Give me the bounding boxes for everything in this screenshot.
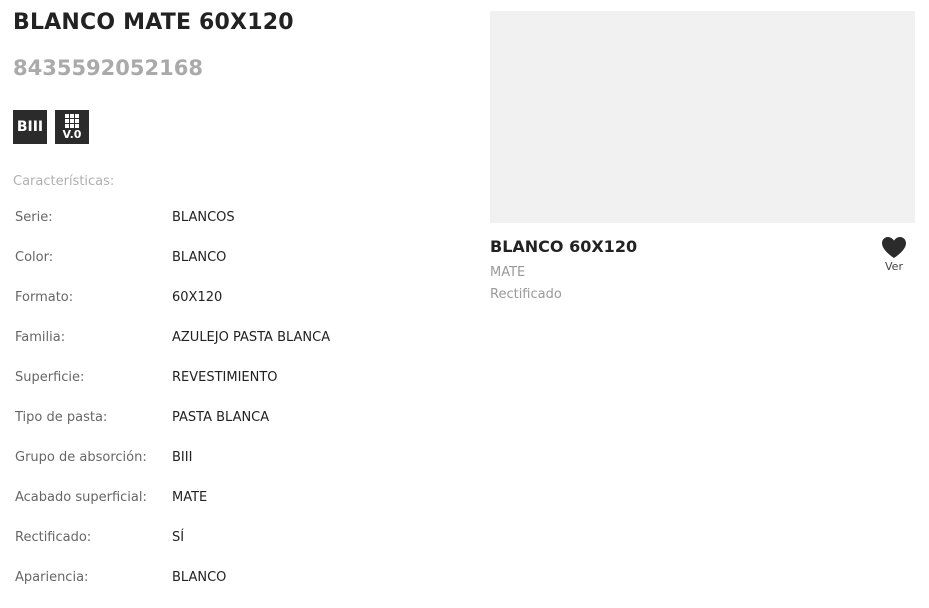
characteristics-label: Características:	[13, 174, 115, 189]
spec-key: Acabado superficial:	[15, 490, 147, 505]
product-badges: BIII V.0	[13, 110, 89, 144]
spec-value: BLANCO	[172, 570, 227, 585]
favorite-label[interactable]: Ver	[879, 260, 909, 273]
spec-value: PASTA BLANCA	[172, 410, 270, 425]
card-title[interactable]: BLANCO 60X120	[490, 237, 637, 256]
spec-row: Superficie: REVESTIMIENTO	[15, 368, 455, 408]
heart-icon	[882, 237, 906, 258]
spec-key: Color:	[15, 250, 54, 265]
spec-value: REVESTIMIENTO	[172, 370, 278, 385]
product-card[interactable]: BLANCO 60X120 MATE Rectificado Ver	[490, 11, 915, 302]
version-badge: V.0	[55, 110, 89, 144]
spec-row: Formato: 60X120	[15, 288, 455, 328]
absorption-badge: BIII	[13, 110, 47, 144]
spec-value: 60X120	[172, 290, 223, 305]
specs-table: Serie: BLANCOS Color: BLANCO Formato: 60…	[15, 208, 455, 608]
card-finish: MATE	[490, 265, 526, 280]
spec-row: Acabado superficial: MATE	[15, 488, 455, 528]
spec-row: Familia: AZULEJO PASTA BLANCA	[15, 328, 455, 368]
spec-value: MATE	[172, 490, 208, 505]
spec-row: Serie: BLANCOS	[15, 208, 455, 248]
card-edge: Rectificado	[490, 287, 562, 302]
product-title: BLANCO MATE 60X120	[13, 10, 294, 35]
spec-row: Color: BLANCO	[15, 248, 455, 288]
grid-icon	[65, 114, 79, 128]
spec-key: Tipo de pasta:	[15, 410, 108, 425]
spec-row: Apariencia: BLANCO	[15, 568, 455, 608]
spec-key: Rectificado:	[15, 530, 92, 545]
product-image-placeholder[interactable]	[490, 11, 915, 223]
spec-key: Superficie:	[15, 370, 85, 385]
spec-value: BLANCO	[172, 250, 227, 265]
spec-row: Grupo de absorción: BIII	[15, 448, 455, 488]
spec-value: BIII	[172, 450, 193, 465]
absorption-badge-label: BIII	[16, 119, 44, 135]
spec-key: Serie:	[15, 210, 53, 225]
spec-key: Familia:	[15, 330, 66, 345]
spec-value: SÍ	[172, 530, 185, 545]
version-badge-label: V.0	[62, 128, 82, 141]
spec-row: Tipo de pasta: PASTA BLANCA	[15, 408, 455, 448]
spec-value: AZULEJO PASTA BLANCA	[172, 330, 331, 345]
spec-value: BLANCOS	[172, 210, 235, 225]
spec-row: Rectificado: SÍ	[15, 528, 455, 568]
spec-key: Apariencia:	[15, 570, 89, 585]
spec-key: Formato:	[15, 290, 74, 305]
product-ean: 8435592052168	[13, 56, 203, 80]
spec-key: Grupo de absorción:	[15, 450, 147, 465]
favorite-button[interactable]: Ver	[879, 236, 909, 273]
